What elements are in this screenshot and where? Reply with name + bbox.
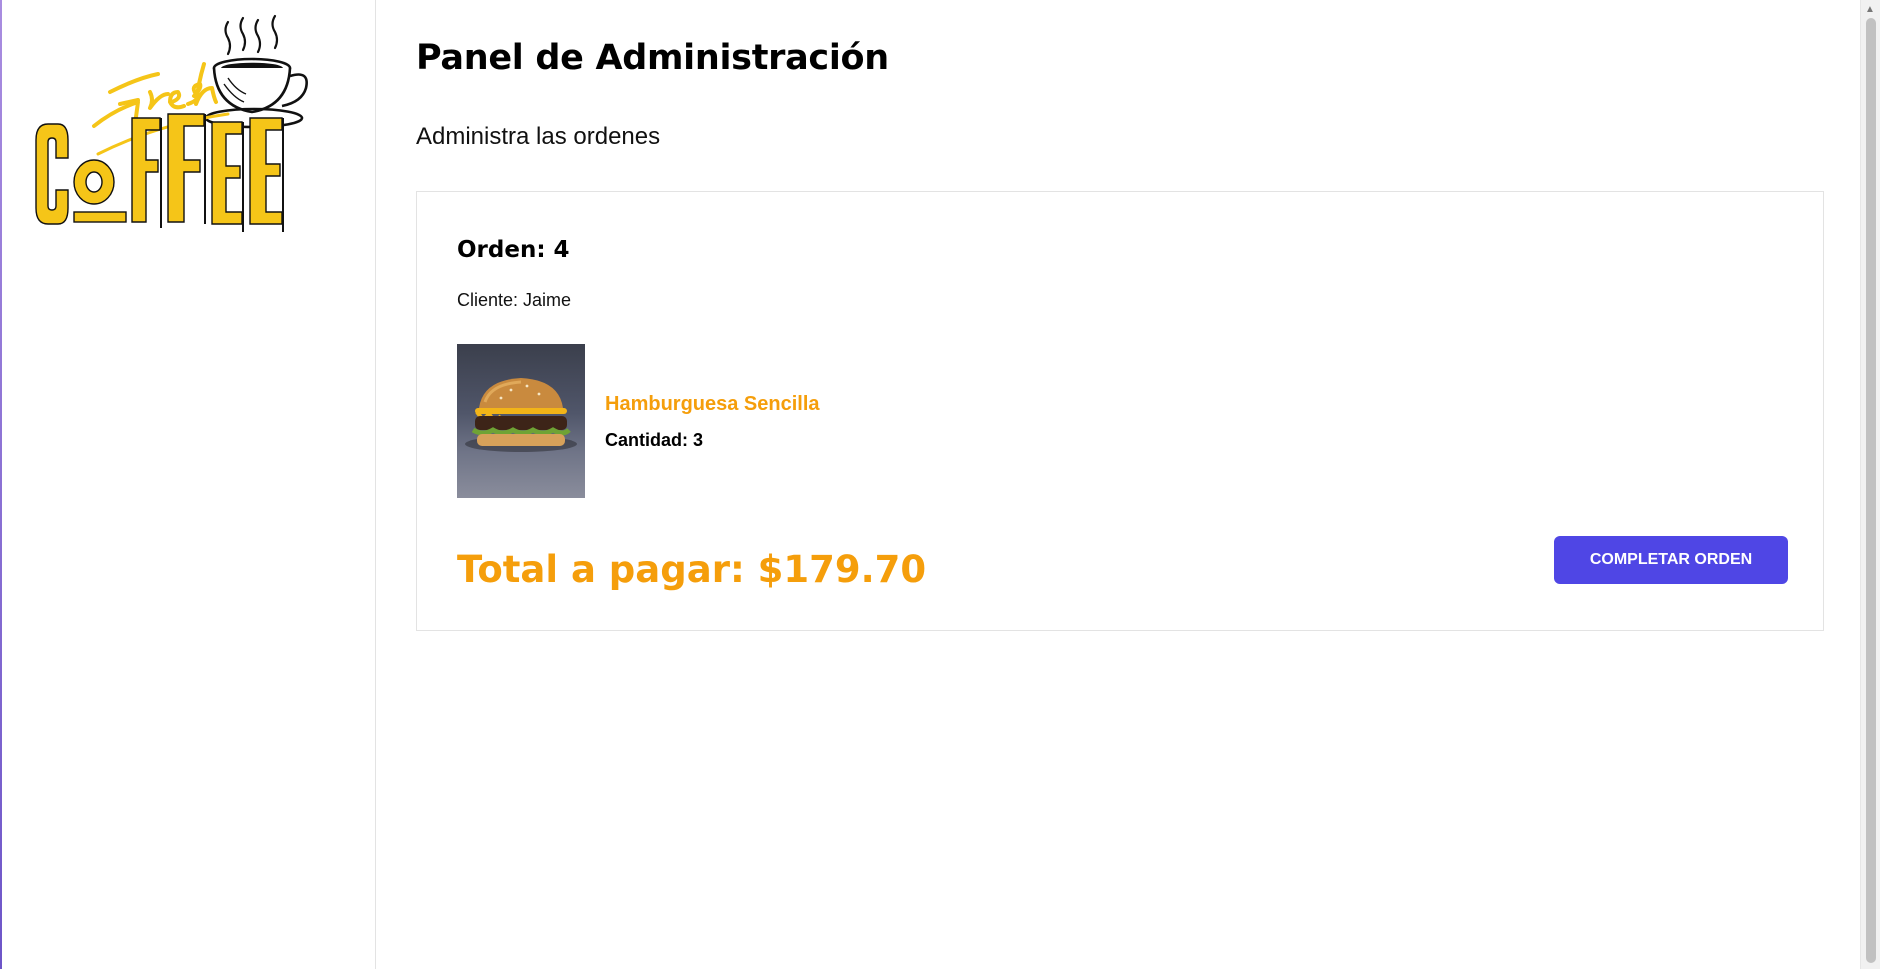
steam-icon bbox=[224, 14, 279, 56]
order-number: Orden: 4 bbox=[457, 237, 570, 263]
order-item: Hamburguesa Sencilla Cantidad: 3 bbox=[457, 344, 1157, 498]
page-title: Panel de Administración bbox=[416, 38, 889, 78]
chevron-up-icon[interactable]: ▲ bbox=[1865, 4, 1875, 15]
coffee-logo-graphic bbox=[35, 14, 308, 232]
order-card: Orden: 4 Cliente: Jaime Hamburguesa Senc… bbox=[416, 191, 1824, 631]
order-total: Total a pagar: $179.70 bbox=[457, 548, 927, 591]
item-quantity: Cantidad: 3 bbox=[605, 430, 704, 450]
coffee-wordmark bbox=[35, 113, 283, 225]
scrollbar-thumb[interactable] bbox=[1866, 18, 1876, 963]
main-content: Panel de Administración Administra las o… bbox=[376, 0, 1860, 969]
page-subtitle: Administra las ordenes bbox=[416, 123, 661, 150]
order-client: Cliente: Jaime bbox=[457, 290, 572, 310]
sidebar bbox=[2, 0, 376, 969]
coffee-cup-icon bbox=[204, 57, 308, 129]
vertical-scrollbar[interactable]: ▲ bbox=[1860, 0, 1880, 969]
fresh-coffee-logo bbox=[32, 14, 352, 279]
burger-photo bbox=[457, 344, 585, 498]
complete-order-button[interactable]: COMPLETAR ORDEN bbox=[1554, 536, 1788, 584]
burger-image-graphic bbox=[465, 378, 577, 452]
item-name: Hamburguesa Sencilla bbox=[605, 393, 820, 415]
